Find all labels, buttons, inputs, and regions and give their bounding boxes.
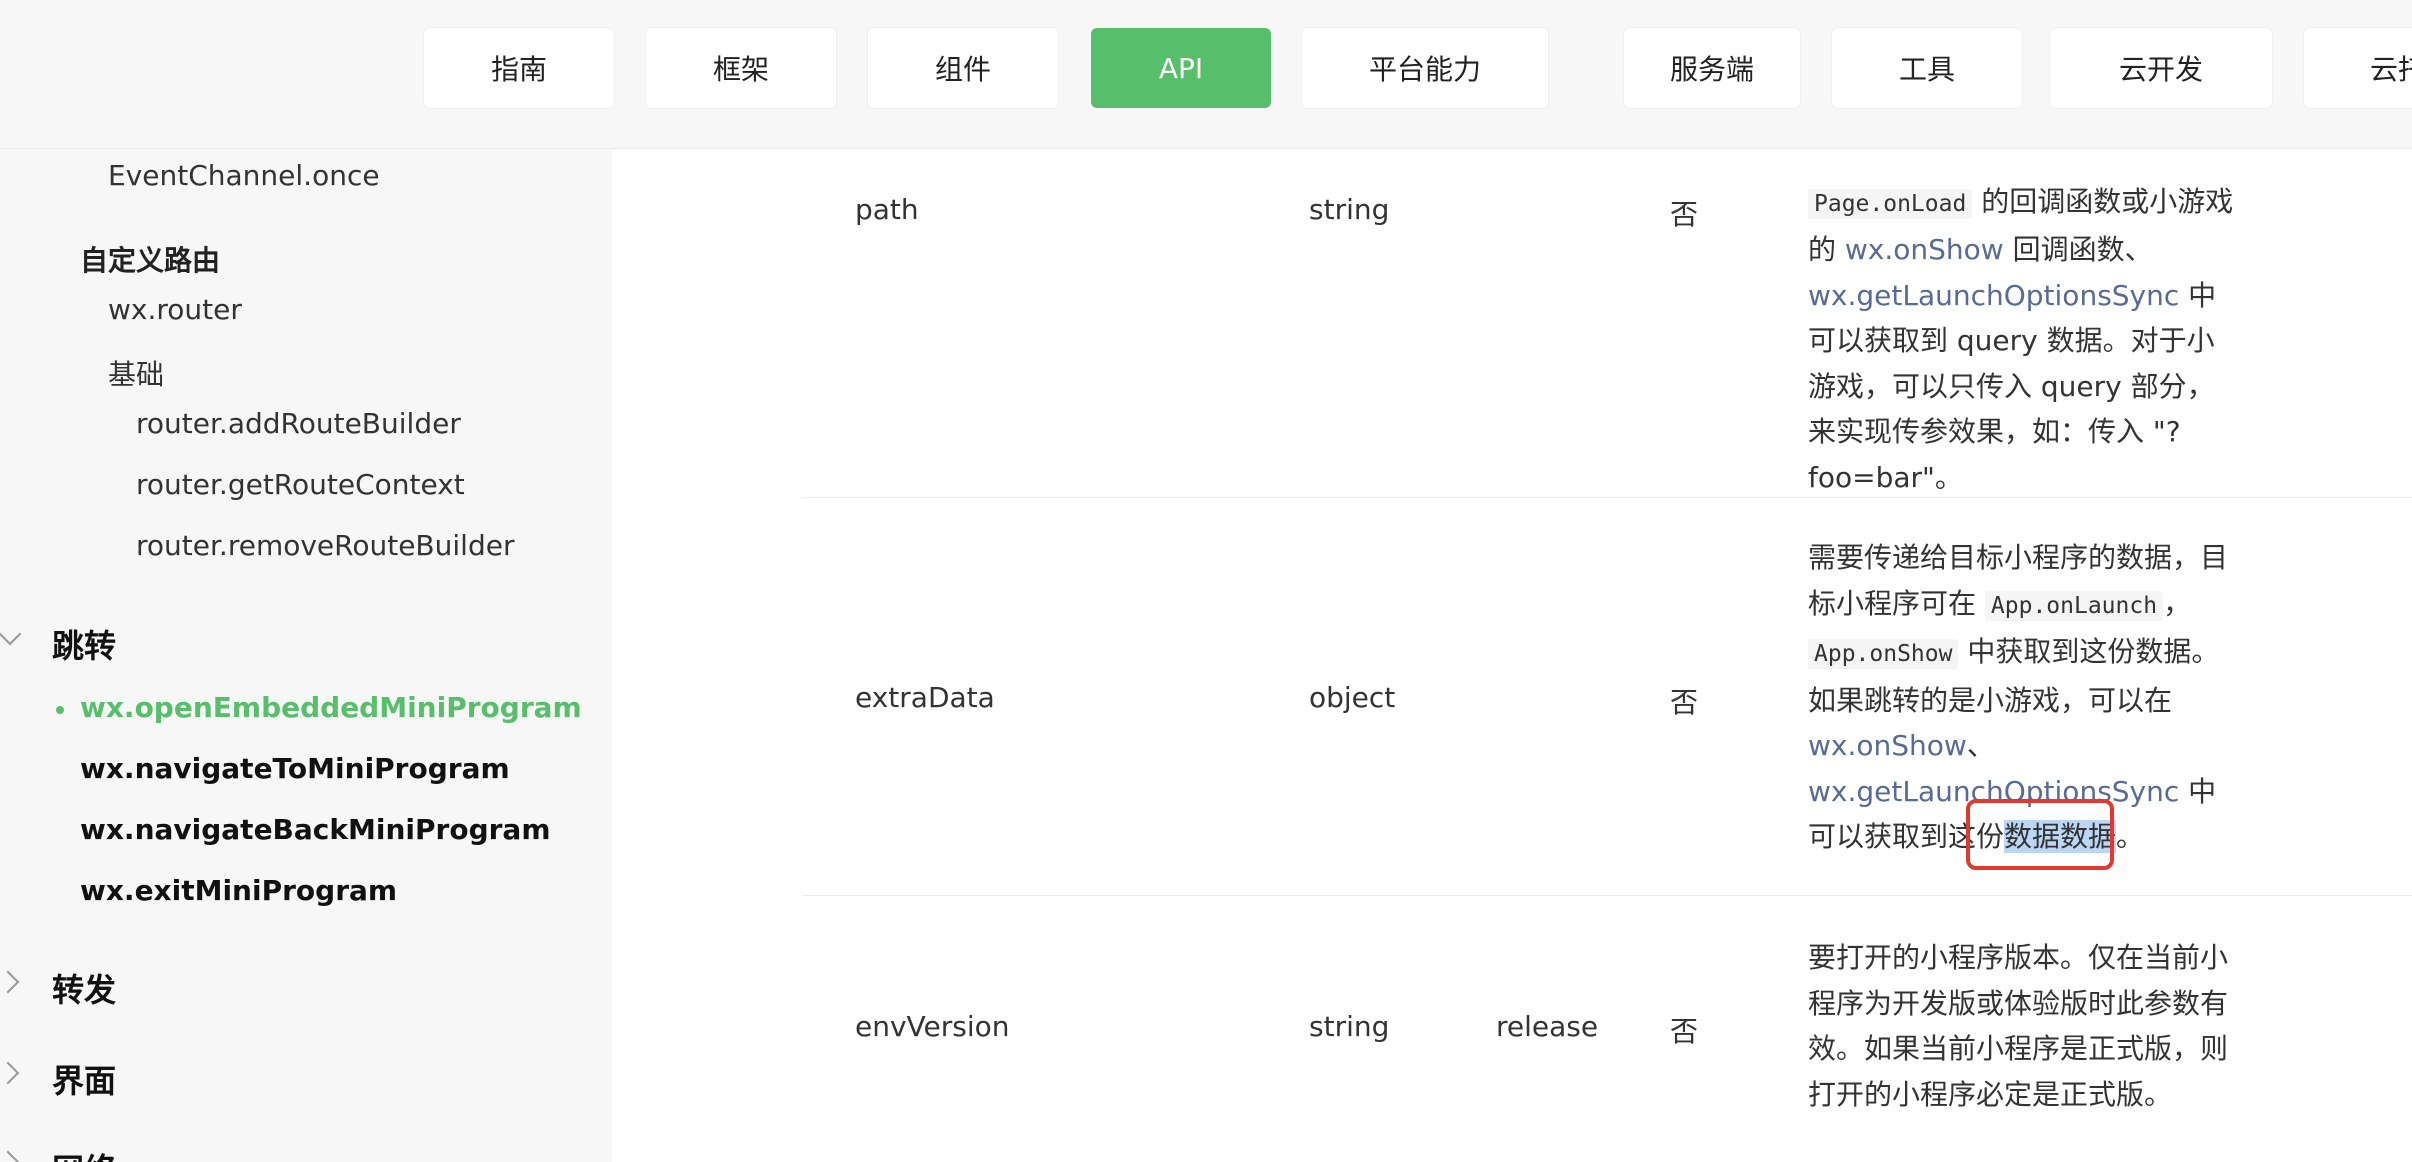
sidebar-section-network[interactable]: 网络 — [52, 1145, 116, 1162]
sidebar-item-exit-mini-program[interactable]: wx.exitMiniProgram — [80, 874, 397, 907]
sidebar-group-custom-router: 自定义路由 — [80, 244, 221, 277]
sidebar-section-ui[interactable]: 界面 — [52, 1056, 116, 1102]
sidebar-item-navigate-back-mini-program[interactable]: wx.navigateBackMiniProgram — [80, 813, 551, 846]
tab-api[interactable]: API — [1091, 28, 1271, 108]
param-type: object — [1309, 681, 1396, 714]
top-nav: 指南 框架 组件 API 平台能力 服务端 工具 云开发 云托 — [0, 0, 2412, 149]
tab-cloud-dev[interactable]: 云开发 — [2050, 28, 2272, 108]
tab-tools[interactable]: 工具 — [1832, 28, 2022, 108]
api-link[interactable]: wx.onShow — [1845, 233, 2004, 266]
chevron-down-icon[interactable] — [0, 622, 22, 646]
sidebar-item-get-route-context[interactable]: router.getRouteContext — [136, 468, 465, 501]
sidebar-item-open-embedded-mini-program[interactable]: wx.openEmbeddedMiniProgram — [80, 691, 582, 724]
tab-guide[interactable]: 指南 — [424, 28, 614, 108]
inline-code: App.onShow — [1808, 639, 1959, 669]
sidebar-item-navigate-to-mini-program[interactable]: wx.navigateToMiniProgram — [80, 752, 510, 785]
param-name: envVersion — [855, 1010, 1010, 1043]
sidebar-section-forward[interactable]: 转发 — [52, 965, 116, 1011]
tab-cloud-hosting[interactable]: 云托 — [2304, 28, 2412, 108]
param-required: 否 — [1670, 686, 1699, 719]
sidebar: EventChannel.once 自定义路由 wx.router 基础 rou… — [0, 149, 612, 1162]
param-required: 否 — [1670, 198, 1699, 231]
param-required: 否 — [1670, 1015, 1699, 1048]
tab-platform-capability[interactable]: 平台能力 — [1302, 28, 1548, 108]
tab-components[interactable]: 组件 — [868, 28, 1058, 108]
sidebar-item-eventchannel-once[interactable]: EventChannel.once — [108, 159, 380, 192]
param-default: release — [1496, 1010, 1599, 1043]
params-table: path string 否 Page.onLoad 的回调函数或小游戏的 wx.… — [612, 149, 2412, 1162]
param-description: Page.onLoad 的回调函数或小游戏的 wx.onShow 回调函数、wx… — [1808, 184, 2234, 494]
param-name: path — [855, 193, 919, 226]
sidebar-item-remove-route-builder[interactable]: router.removeRouteBuilder — [136, 529, 514, 562]
active-dot-icon — [56, 706, 64, 714]
annotation-highlight-box — [1966, 799, 2114, 870]
param-type: string — [1309, 1010, 1390, 1043]
sidebar-section-jump[interactable]: 跳转 — [52, 621, 116, 667]
chevron-right-icon[interactable] — [0, 1061, 20, 1085]
param-description: 要打开的小程序版本。仅在当前小程序为开发版或体验版时此参数有效。如果当前小程序是… — [1808, 941, 2229, 1111]
sidebar-item-wx-router[interactable]: wx.router — [108, 293, 242, 326]
row-divider — [802, 895, 2412, 896]
tab-framework[interactable]: 框架 — [646, 28, 836, 108]
inline-code: Page.onLoad — [1808, 188, 1973, 219]
api-link[interactable]: wx.onShow — [1808, 729, 1967, 762]
sidebar-subgroup-basic: 基础 — [108, 358, 165, 391]
api-link[interactable]: wx.getLaunchOptionsSync — [1808, 279, 2179, 312]
param-type: string — [1309, 193, 1390, 226]
tab-server[interactable]: 服务端 — [1624, 28, 1800, 108]
chevron-right-icon[interactable] — [0, 1150, 20, 1162]
param-name: extraData — [855, 681, 995, 714]
inline-code: App.onLaunch — [1984, 590, 2164, 621]
sidebar-item-add-route-builder[interactable]: router.addRouteBuilder — [136, 407, 461, 440]
chevron-right-icon[interactable] — [0, 970, 20, 994]
row-divider — [802, 497, 2412, 498]
